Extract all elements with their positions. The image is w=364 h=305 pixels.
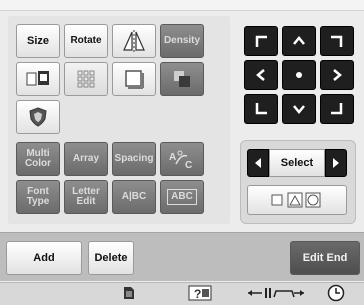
grid-icon	[77, 70, 95, 88]
arrow-right-icon	[333, 69, 342, 81]
scissors-icon: A C	[167, 148, 197, 170]
mirror-flip-button[interactable]	[112, 24, 156, 58]
arrow-up-icon	[293, 36, 305, 45]
status-bar	[0, 282, 364, 305]
select-label: Select	[280, 156, 314, 169]
array-button[interactable]: Array	[64, 142, 108, 176]
svg-text:C: C	[185, 160, 192, 170]
shield-icon	[27, 106, 49, 128]
edit-end-label: Edit End	[302, 251, 348, 264]
shapes-icon	[271, 192, 321, 208]
frame-button[interactable]	[112, 62, 156, 96]
arrow-right-button[interactable]	[320, 60, 354, 90]
multi-color-button[interactable]: Multi Color	[16, 142, 60, 176]
mirror-flip-icon	[121, 29, 147, 53]
arrow-up-left-button[interactable]	[244, 26, 278, 56]
edit-tools-panel: Size Rotate Density Multi Color Array Sp…	[8, 16, 230, 224]
arrow-down-button[interactable]	[282, 94, 316, 124]
arrow-down-icon	[293, 105, 305, 114]
arrow-down-left-icon	[255, 103, 267, 115]
delete-button[interactable]: Delete	[88, 241, 134, 275]
svg-text:A: A	[169, 152, 176, 163]
arrow-up-right-button[interactable]	[320, 26, 354, 56]
shield-button[interactable]	[16, 100, 60, 134]
arrow-down-right-icon	[331, 103, 343, 115]
array-grid-button[interactable]	[64, 62, 108, 96]
select-group: Select	[240, 140, 356, 224]
multi-color-label: Multi Color	[24, 148, 52, 169]
text-frame-button[interactable]: ABC	[160, 180, 204, 214]
delete-label: Delete	[94, 251, 128, 264]
size-button[interactable]: Size	[16, 24, 60, 58]
add-label: Add	[33, 251, 55, 264]
rotate-label: Rotate	[70, 35, 102, 46]
letter-edit-label: Letter Edit	[72, 186, 100, 207]
text-frame-label: ABC	[167, 189, 197, 205]
spacing-button[interactable]: Spacing	[112, 142, 156, 176]
size-label: Size	[26, 34, 49, 47]
select-label-box: Select	[269, 149, 325, 177]
clock-icon[interactable]	[324, 284, 348, 302]
mask-button[interactable]	[16, 62, 60, 96]
arrow-up-left-icon	[255, 35, 267, 47]
frame-icon	[124, 69, 144, 89]
embroidery-edit-screen: Size Rotate Density Multi Color Array Sp…	[0, 0, 364, 305]
arrow-left-button[interactable]	[244, 60, 278, 90]
spacing-label: Spacing	[114, 153, 154, 164]
top-bar	[0, 0, 364, 11]
arrow-up-right-icon	[331, 35, 343, 47]
position-arrow-pad	[244, 26, 356, 126]
color-block-button[interactable]	[160, 62, 204, 96]
letter-spacing-label: A|BC	[121, 191, 147, 202]
arrow-down-right-button[interactable]	[320, 94, 354, 124]
triangle-left-icon	[255, 158, 261, 168]
mask-icon	[25, 68, 51, 90]
help-icon[interactable]: ?	[186, 284, 214, 302]
font-type-label: Font Type	[26, 186, 50, 207]
svg-text:?: ?	[194, 287, 201, 301]
edit-end-button[interactable]: Edit End	[290, 241, 360, 275]
frame-size-icon[interactable]	[244, 284, 308, 302]
bottom-action-bar: Add Delete Edit End	[0, 232, 364, 281]
rotate-button[interactable]: Rotate	[64, 24, 108, 58]
center-dot-icon	[296, 72, 302, 78]
density-label: Density	[163, 35, 201, 46]
array-label: Array	[72, 153, 100, 164]
arrow-down-left-button[interactable]	[244, 94, 278, 124]
add-button[interactable]: Add	[6, 241, 82, 275]
letter-edit-button[interactable]: Letter Edit	[64, 180, 108, 214]
curve-text-button[interactable]: A C	[160, 142, 204, 176]
font-type-button[interactable]: Font Type	[16, 180, 60, 214]
center-button[interactable]	[282, 60, 316, 90]
shape-select-button[interactable]	[247, 185, 347, 215]
arrow-up-button[interactable]	[282, 26, 316, 56]
select-prev-button[interactable]	[247, 149, 269, 177]
color-block-icon	[171, 68, 193, 90]
density-button[interactable]: Density	[160, 24, 204, 58]
select-next-button[interactable]	[325, 149, 347, 177]
triangle-right-icon	[333, 158, 339, 168]
page-icon[interactable]	[118, 284, 140, 302]
letter-spacing-button[interactable]: A|BC	[112, 180, 156, 214]
arrow-left-icon	[256, 69, 265, 81]
